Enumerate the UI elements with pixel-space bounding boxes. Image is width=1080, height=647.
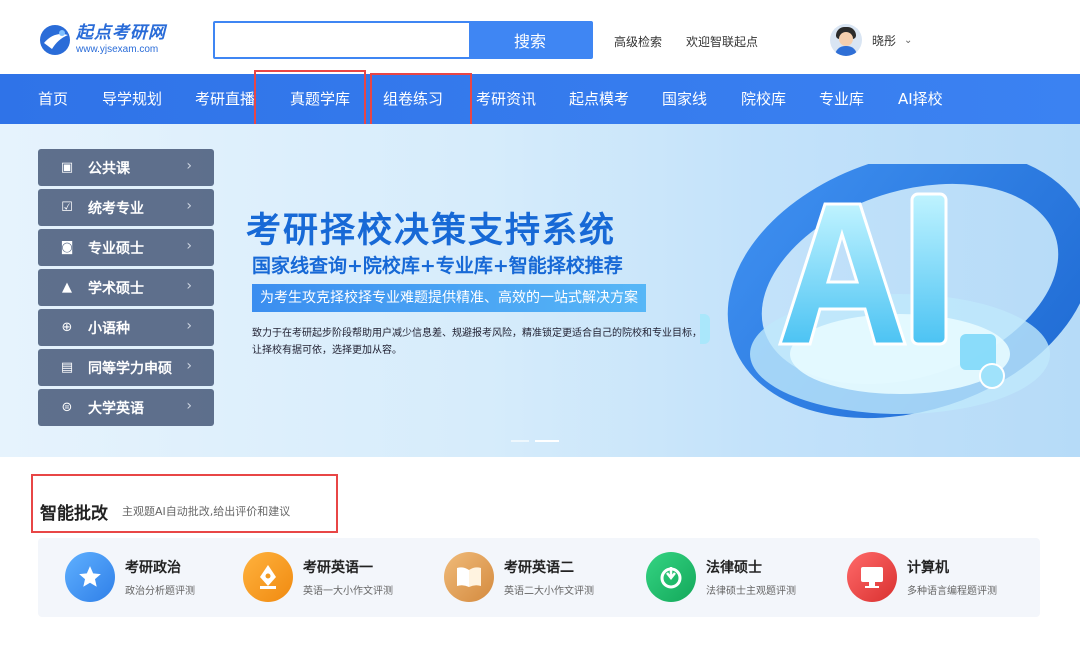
chevron-right-icon: ›	[186, 398, 192, 414]
id-card-icon: ▣	[60, 159, 74, 175]
star-icon	[65, 552, 115, 602]
category-minor-language[interactable]: ⊕ 小语种 ›	[38, 309, 214, 346]
grading-card-english-1[interactable]: 考研英语一 英语一大小作文评测	[243, 550, 393, 604]
card-subtitle: 英语二大小作文评测	[504, 586, 594, 597]
nav-item-news[interactable]: 考研资讯	[476, 74, 536, 124]
nav-item-mock-exam[interactable]: 起点模考	[569, 74, 629, 124]
card-subtitle: 政治分析题评测	[125, 586, 195, 597]
nav-item-majors[interactable]: 专业库	[819, 74, 864, 124]
category-unified-exam[interactable]: ☑ 统考专业 ›	[38, 189, 214, 226]
card-title: 考研政治	[125, 560, 181, 576]
carousel-dot[interactable]	[511, 440, 529, 442]
globe-icon: ⊕	[61, 319, 73, 335]
site-header: 起点考研网 www.yjsexam.com 搜索 高级检索 欢迎智联起点 晓彤 …	[0, 0, 1080, 74]
category-academic-master[interactable]: ▲ 学术硕士 ›	[38, 269, 214, 306]
grading-card-politics[interactable]: 考研政治 政治分析题评测	[65, 550, 195, 604]
card-subtitle: 英语一大小作文评测	[303, 586, 393, 597]
search-bar: 搜索	[213, 21, 593, 59]
book-icon: ▤	[60, 359, 74, 375]
carousel-dot-active[interactable]	[535, 440, 559, 442]
user-menu[interactable]: 晓彤 ⌄	[830, 24, 912, 56]
category-label: 小语种	[88, 320, 130, 337]
grading-card-computer[interactable]: 计算机 多种语言编程题评测	[847, 550, 997, 604]
category-college-english[interactable]: ⊜ 大学英语 ›	[38, 389, 214, 426]
grading-card-english-2[interactable]: 考研英语二 英语二大小作文评测	[444, 550, 594, 604]
nav-item-live[interactable]: 考研直播	[195, 74, 255, 124]
logo-name: 起点考研网	[76, 23, 166, 43]
category-label: 同等学力申硕	[88, 360, 172, 377]
chevron-right-icon: ›	[186, 158, 192, 174]
nav-item-home[interactable]: 首页	[38, 74, 68, 124]
card-title: 法律硕士	[706, 560, 762, 576]
username[interactable]: 晓彤	[872, 32, 896, 49]
checkbox-icon: ☑	[61, 199, 73, 215]
badge-icon: ◙	[60, 239, 74, 255]
card-title: 计算机	[907, 560, 949, 576]
category-label: 公共课	[88, 160, 130, 177]
banner-tagline: 为考生攻克择校择专业难题提供精准、高效的一站式解决方案	[252, 284, 646, 312]
chevron-down-icon[interactable]: ⌄	[904, 35, 912, 46]
category-label: 统考专业	[88, 200, 144, 217]
category-label: 专业硕士	[88, 240, 144, 257]
nav-item-national-line[interactable]: 国家线	[662, 74, 707, 124]
category-label: 学术硕士	[88, 280, 144, 297]
section-description: 主观题AI自动批改,给出评价和建议	[122, 505, 291, 518]
chevron-right-icon: ›	[186, 238, 192, 254]
search-button[interactable]: 搜索	[469, 23, 591, 57]
ai-3d-illustration	[700, 164, 1080, 419]
carousel-indicators	[511, 440, 565, 442]
nav-item-guide[interactable]: 导学规划	[102, 74, 162, 124]
logo-url: www.yjsexam.com	[76, 44, 159, 55]
main-nav: 首页 导学规划 考研直播 真题学库 组卷练习 考研资讯 起点模考 国家线 院校库…	[0, 74, 1080, 124]
banner-title: 考研择校决策支持系统	[246, 211, 617, 251]
category-professional-master[interactable]: ◙ 专业硕士 ›	[38, 229, 214, 266]
card-title: 考研英语二	[504, 560, 574, 576]
chevron-right-icon: ›	[186, 358, 192, 374]
section-title: 智能批改	[40, 504, 108, 524]
logo-mark-icon	[40, 25, 70, 55]
search-input[interactable]	[215, 23, 469, 57]
banner-description: 致力于在考研起步阶段帮助用户减少信息差、规避报考风险，精准锁定更适合自己的院校和…	[252, 328, 702, 356]
banner-subtitle: 国家线查询+院校库+专业库+智能择校推荐	[252, 255, 623, 277]
welcome-text: 欢迎智联起点	[686, 35, 759, 49]
nav-item-ai-select[interactable]: AI择校	[898, 74, 943, 124]
avatar[interactable]	[830, 24, 862, 56]
grading-card-law[interactable]: 法律硕士 法律硕士主观题评测	[646, 550, 796, 604]
site-logo[interactable]: 起点考研网 www.yjsexam.com	[38, 21, 178, 59]
monitor-icon	[847, 552, 897, 602]
category-equivalent-degree[interactable]: ▤ 同等学力申硕 ›	[38, 349, 214, 386]
category-public-course[interactable]: ▣ 公共课 ›	[38, 149, 214, 186]
law-badge-icon	[646, 552, 696, 602]
category-menu: ▣ 公共课 › ☑ 统考专业 › ◙ 专业硕士 › ▲ 学术硕士 › ⊕ 小语种…	[38, 149, 214, 429]
grading-cards: 考研政治 政治分析题评测 考研英语一 英语一大小作文评测 考研英语二 英语二大小…	[38, 538, 1040, 617]
chevron-right-icon: ›	[186, 278, 192, 294]
card-subtitle: 多种语言编程题评测	[907, 586, 997, 597]
graduation-cap-icon: ▲	[62, 279, 72, 295]
card-title: 考研英语一	[303, 560, 373, 576]
highlight-box-question-bank	[254, 70, 366, 128]
list-circle-icon: ⊜	[61, 399, 73, 415]
open-book-icon	[444, 552, 494, 602]
pen-nib-icon	[243, 552, 293, 602]
chevron-right-icon: ›	[186, 198, 192, 214]
advanced-search-link[interactable]: 高级检索	[614, 33, 662, 50]
chevron-right-icon: ›	[186, 318, 192, 334]
hero-banner[interactable]: ▣ 公共课 › ☑ 统考专业 › ◙ 专业硕士 › ▲ 学术硕士 › ⊕ 小语种…	[0, 124, 1080, 457]
card-subtitle: 法律硕士主观题评测	[706, 586, 796, 597]
category-label: 大学英语	[88, 400, 144, 417]
nav-item-schools[interactable]: 院校库	[741, 74, 786, 124]
